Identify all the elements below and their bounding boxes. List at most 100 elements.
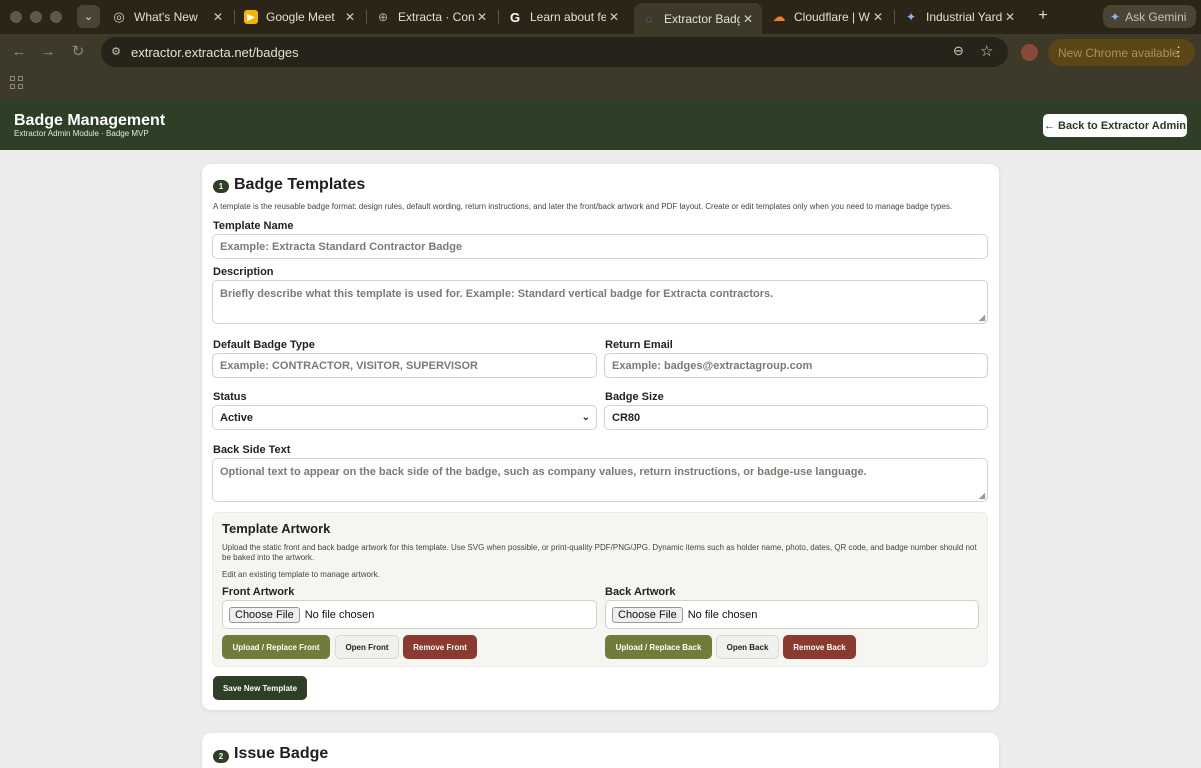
template-name-input[interactable]: Example: Extracta Standard Contractor Ba… bbox=[212, 234, 988, 259]
back-side-text-placeholder: Optional text to appear on the back side… bbox=[220, 466, 867, 478]
tab-label: Learn about fea bbox=[530, 10, 606, 24]
front-choose-file-button[interactable]: Choose File bbox=[229, 606, 300, 623]
forward-arrow-icon[interactable]: → bbox=[39, 43, 57, 61]
close-icon[interactable]: ✕ bbox=[474, 10, 490, 24]
site-settings-icon[interactable]: ⚙ bbox=[109, 44, 123, 60]
tab-label: Google Meet bbox=[266, 10, 335, 24]
close-icon[interactable]: ✕ bbox=[1002, 10, 1018, 24]
tab-label: Cloudflare | We bbox=[794, 10, 870, 24]
section-help-text: A template is the reusable badge format:… bbox=[213, 202, 953, 211]
tab-google-meet[interactable]: ▶ Google Meet ✕ bbox=[236, 3, 364, 31]
new-tab-button[interactable]: + bbox=[1033, 6, 1053, 26]
front-file-status: No file chosen bbox=[304, 608, 375, 621]
tab-label: What's New bbox=[134, 10, 198, 24]
address-bar[interactable]: ⚙ extractor.extracta.net/badges ⊖ ☆ bbox=[101, 37, 1008, 67]
reload-icon[interactable]: ↻ bbox=[69, 43, 87, 61]
resize-handle-icon[interactable]: ◢ bbox=[979, 491, 985, 500]
globe-icon: ⊕ bbox=[377, 10, 389, 24]
back-file-status: No file chosen bbox=[687, 608, 758, 621]
return-email-label: Return Email bbox=[605, 339, 673, 351]
step-badge: 1 bbox=[213, 180, 229, 193]
window-minimize-dot[interactable] bbox=[30, 11, 42, 23]
upload-replace-front-button[interactable]: Upload / Replace Front bbox=[222, 635, 330, 659]
ask-gemini-button[interactable]: ✦ Ask Gemini bbox=[1103, 5, 1196, 28]
new-chrome-available-button[interactable]: New Chrome available ⋮ bbox=[1048, 39, 1195, 66]
tab-label: Extractor Badge bbox=[664, 11, 740, 26]
badge-size-input[interactable]: CR80 bbox=[604, 405, 988, 430]
front-artwork-file-input[interactable]: Choose File No file chosen bbox=[222, 600, 597, 629]
open-back-button[interactable]: Open Back bbox=[716, 635, 779, 659]
window-zoom-dot[interactable] bbox=[50, 11, 62, 23]
return-email-placeholder: Example: badges@extractagroup.com bbox=[612, 359, 813, 372]
description-textarea[interactable]: Briefly describe what this template is u… bbox=[212, 280, 988, 324]
plus-icon: + bbox=[1038, 7, 1048, 24]
back-to-admin-button[interactable]: ← Back to Extractor Admin bbox=[1043, 114, 1187, 137]
back-arrow-icon[interactable]: ← bbox=[10, 43, 28, 61]
artwork-note: Edit an existing template to manage artw… bbox=[222, 570, 380, 579]
close-icon[interactable]: ✕ bbox=[210, 10, 226, 24]
template-name-placeholder: Example: Extracta Standard Contractor Ba… bbox=[220, 240, 463, 253]
badge-size-label: Badge Size bbox=[605, 391, 664, 403]
tab-extracta[interactable]: ⊕ Extracta · Conta ✕ bbox=[368, 3, 496, 31]
upload-replace-back-button[interactable]: Upload / Replace Back bbox=[605, 635, 712, 659]
tab-extractor-badge[interactable]: ◌ Extractor Badge ✕ bbox=[634, 3, 762, 34]
page-subtitle: Extractor Admin Module · Badge MVP bbox=[14, 129, 149, 138]
return-email-input[interactable]: Example: badges@extractagroup.com bbox=[604, 353, 988, 378]
tab-search-button[interactable]: ⌄ bbox=[77, 5, 100, 28]
url-text[interactable]: extractor.extracta.net/badges bbox=[131, 45, 299, 60]
remove-front-button[interactable]: Remove Front bbox=[403, 635, 477, 659]
profile-avatar[interactable] bbox=[1021, 44, 1038, 61]
tab-cloudflare[interactable]: ☁ Cloudflare | We ✕ bbox=[764, 3, 892, 31]
close-icon[interactable]: ✕ bbox=[342, 10, 358, 24]
artwork-help-text: Upload the static front and back badge a… bbox=[222, 543, 977, 562]
status-select[interactable]: Active ⌄ bbox=[212, 405, 597, 430]
tab-industrial-yard[interactable]: ✦ Industrial Yard ✕ bbox=[896, 3, 1024, 31]
section-title: Issue Badge bbox=[234, 745, 329, 762]
zoom-icon[interactable]: ⊖ bbox=[953, 43, 964, 59]
description-label: Description bbox=[213, 266, 274, 278]
back-choose-file-button[interactable]: Choose File bbox=[612, 606, 683, 623]
tab-label: Industrial Yard bbox=[926, 10, 1002, 24]
update-pill-label: New Chrome available bbox=[1058, 45, 1179, 60]
cloudflare-icon: ☁ bbox=[772, 9, 786, 24]
badge-size-value: CR80 bbox=[612, 411, 641, 424]
section-title: Badge Templates bbox=[234, 176, 366, 193]
remove-back-button[interactable]: Remove Back bbox=[783, 635, 856, 659]
tab-divider bbox=[366, 10, 367, 24]
front-artwork-label: Front Artwork bbox=[222, 586, 295, 598]
loading-spinner-icon: ◌ bbox=[645, 11, 653, 26]
gemini-icon: ✦ bbox=[905, 10, 917, 24]
google-icon: G bbox=[509, 9, 521, 25]
save-new-template-button[interactable]: Save New Template bbox=[213, 676, 307, 700]
step-badge: 2 bbox=[213, 750, 229, 763]
app-header bbox=[0, 99, 1201, 150]
apps-grid-icon[interactable] bbox=[10, 76, 23, 89]
template-name-label: Template Name bbox=[213, 220, 294, 232]
chevron-down-icon: ⌄ bbox=[581, 412, 590, 423]
tab-divider bbox=[234, 10, 235, 24]
close-icon[interactable]: ✕ bbox=[606, 10, 622, 24]
page-title: Badge Management bbox=[14, 112, 166, 129]
resize-handle-icon[interactable]: ◢ bbox=[979, 313, 985, 322]
bookmark-star-icon[interactable]: ☆ bbox=[980, 42, 993, 60]
default-badge-type-label: Default Badge Type bbox=[213, 339, 315, 351]
default-badge-type-input[interactable]: Example: CONTRACTOR, VISITOR, SUPERVISOR bbox=[212, 353, 597, 378]
gemini-icon: ✦ bbox=[1110, 9, 1121, 24]
back-side-text-label: Back Side Text bbox=[213, 444, 291, 456]
chrome-icon: ◎ bbox=[113, 9, 125, 24]
open-front-button[interactable]: Open Front bbox=[335, 635, 399, 659]
artwork-title: Template Artwork bbox=[222, 521, 331, 536]
back-side-text-textarea[interactable]: Optional text to appear on the back side… bbox=[212, 458, 988, 502]
back-artwork-file-input[interactable]: Choose File No file chosen bbox=[605, 600, 979, 629]
window-close-dot[interactable] bbox=[10, 11, 22, 23]
more-menu-icon[interactable]: ⋮ bbox=[1172, 44, 1185, 60]
close-icon[interactable]: ✕ bbox=[870, 10, 886, 24]
description-placeholder: Briefly describe what this template is u… bbox=[220, 288, 774, 300]
tab-whats-new[interactable]: ◎ What's New ✕ bbox=[104, 3, 232, 31]
back-artwork-label: Back Artwork bbox=[605, 586, 676, 598]
status-label: Status bbox=[213, 391, 247, 403]
browser-tab-bar: ⌄ ◎ What's New ✕ ▶ Google Meet ✕ ⊕ Extra… bbox=[0, 0, 1201, 34]
tab-learn-about[interactable]: G Learn about fea ✕ bbox=[500, 3, 628, 31]
close-icon[interactable]: ✕ bbox=[740, 12, 756, 26]
browser-toolbar: ← → ↻ ⚙ extractor.extracta.net/badges ⊖ … bbox=[0, 34, 1201, 70]
